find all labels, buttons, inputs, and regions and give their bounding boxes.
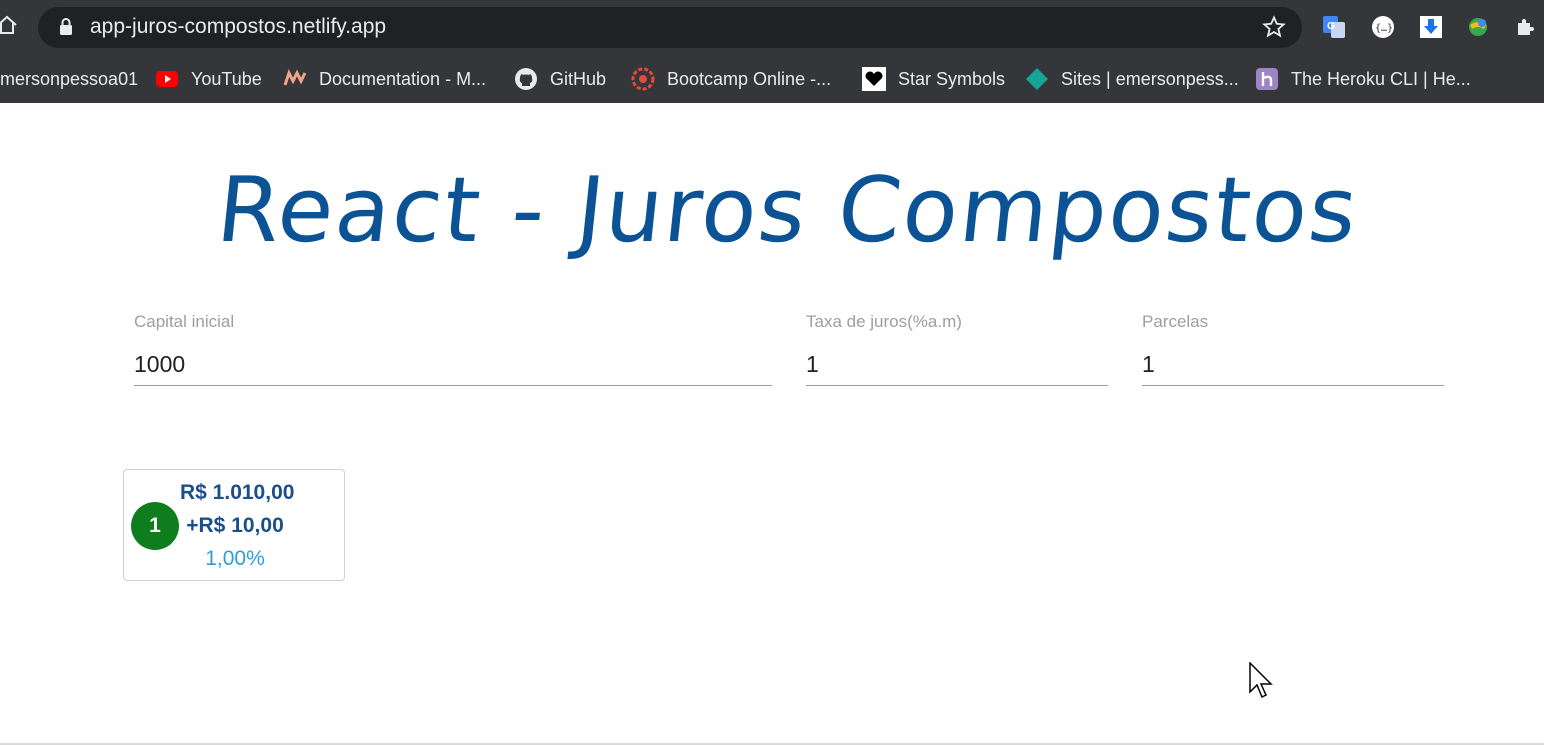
bookmark-label: Star Symbols [898, 68, 1006, 89]
url-text[interactable]: app-juros-compostos.netlify.app [90, 15, 386, 39]
bookmark-label: Bootcamp Online -... [667, 68, 832, 89]
bookmark-label: YouTube [191, 68, 262, 89]
lock-icon [60, 18, 72, 35]
bookmark-label: GitHub [550, 68, 607, 89]
browser-toolbar: app-juros-compostos.netlify.app G {…} [0, 0, 1544, 56]
capital-input[interactable] [134, 344, 772, 386]
diamond-icon [1026, 68, 1048, 90]
installment-total: R$ 1.010,00 [180, 481, 295, 504]
bookmark-label: The Heroku CLI | He... [1291, 68, 1471, 89]
installment-card: 1 R$ 1.010,00 +R$ 10,00 1,00% [123, 469, 345, 581]
page-title: React - Juros Compostos [212, 158, 1364, 263]
bookmark-item[interactable]: YouTube [155, 64, 262, 94]
mouse-cursor-icon [1249, 662, 1273, 699]
bookmark-item[interactable]: The Heroku CLI | He... [1255, 64, 1471, 94]
download-icon[interactable] [1419, 15, 1443, 39]
bookmark-item[interactable]: Sites | emersonpess... [1025, 64, 1239, 94]
bookmark-item[interactable]: Documentation - M... [283, 64, 486, 94]
home-icon[interactable] [0, 14, 18, 36]
translate-icon[interactable]: G [1322, 15, 1346, 39]
bookmark-item[interactable]: mersonpessoa01 [0, 64, 138, 94]
installment-gain: +R$ 10,00 [186, 514, 284, 537]
capital-label: Capital inicial [134, 312, 235, 331]
youtube-icon [156, 71, 178, 87]
puzzle-icon[interactable] [1514, 15, 1538, 39]
bookmark-star-icon[interactable] [1262, 15, 1286, 39]
installment-number-badge: 1 [131, 502, 179, 550]
bookmarks-bar: mersonpessoa01 YouTube Documentation - M… [0, 56, 1544, 103]
heroku-icon [1256, 68, 1278, 90]
globe-icon[interactable] [1466, 15, 1490, 39]
bookmark-item[interactable]: Bootcamp Online -... [631, 64, 831, 94]
svg-text:G: G [1327, 21, 1335, 32]
bookmark-item[interactable]: Star Symbols [862, 64, 1005, 94]
parcelas-label: Parcelas [1142, 312, 1209, 331]
installment-percent: 1,00% [205, 547, 265, 570]
svg-text:{…}: {…} [1375, 23, 1393, 34]
bookmark-label: Documentation - M... [319, 68, 487, 89]
json-icon[interactable]: {…} [1371, 15, 1395, 39]
heart-icon [862, 67, 886, 91]
bookmark-label: Sites | emersonpess... [1061, 68, 1239, 89]
parcelas-input[interactable] [1142, 344, 1444, 386]
bootcamp-icon [631, 67, 655, 91]
taxa-input[interactable] [806, 344, 1108, 386]
taxa-label: Taxa de juros(%a.m) [806, 312, 962, 331]
mui-icon [283, 69, 307, 86]
bookmark-item[interactable]: GitHub [514, 64, 606, 94]
bookmark-label: mersonpessoa01 [0, 68, 139, 89]
github-icon [515, 68, 537, 90]
